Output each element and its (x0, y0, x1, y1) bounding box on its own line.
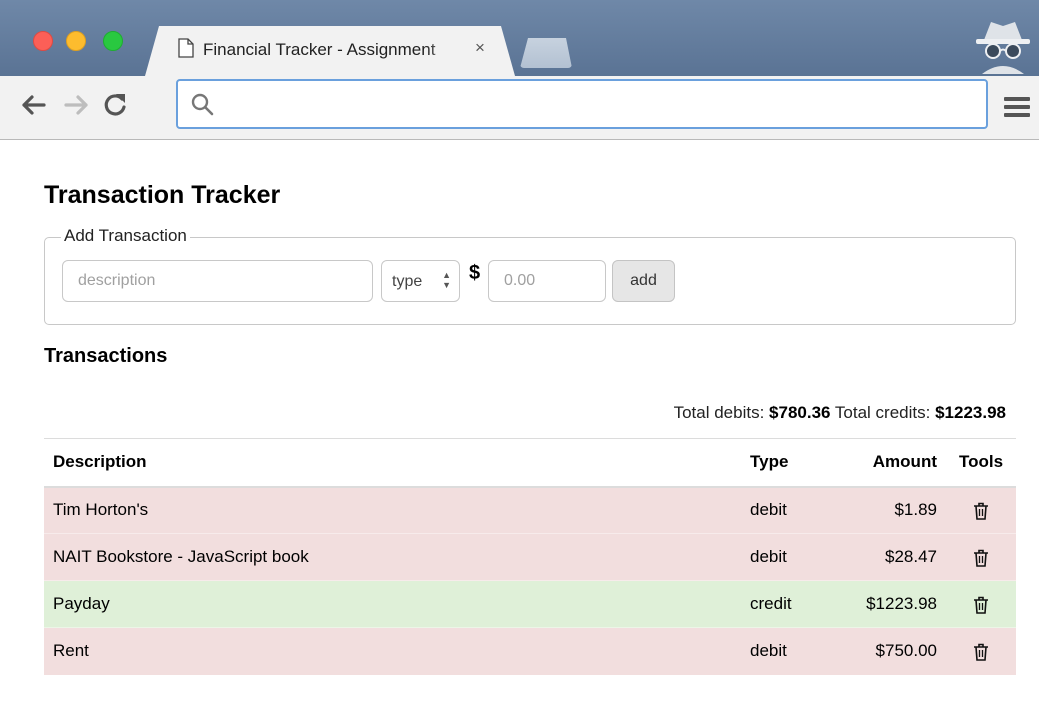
row-amount: $1.89 (836, 486, 946, 534)
address-input[interactable] (222, 89, 972, 119)
total-credits-label: Total credits: (834, 403, 931, 422)
incognito-icon (976, 22, 1030, 74)
description-input[interactable] (62, 260, 373, 302)
page-content: Transaction Tracker Add Transaction type… (0, 141, 1039, 715)
search-icon (191, 93, 214, 116)
type-select-value: type (392, 273, 423, 290)
tab-title: Financial Tracker - Assignment (203, 40, 436, 59)
new-tab-button[interactable] (520, 38, 572, 68)
browser-tab-active[interactable]: Financial Tracker - Assignment × (145, 26, 515, 76)
row-amount: $750.00 (836, 627, 946, 675)
address-bar[interactable] (176, 79, 988, 129)
maximize-window-button[interactable] (103, 31, 123, 51)
row-amount: $28.47 (836, 533, 946, 581)
table-row: Payday credit $1223.98 (44, 580, 1016, 628)
total-debits-label: Total debits: (673, 403, 765, 422)
row-amount: $1223.98 (836, 580, 946, 628)
minimize-window-button[interactable] (66, 31, 86, 51)
browser-title-bar: Financial Tracker - Assignment × (0, 0, 1039, 76)
header-description: Description (44, 438, 741, 488)
row-description: Rent (44, 627, 741, 675)
row-type: debit (741, 486, 836, 534)
add-button[interactable]: add (612, 260, 675, 302)
amount-input[interactable] (488, 260, 606, 302)
row-type: credit (741, 580, 836, 628)
header-type: Type (741, 438, 836, 488)
row-description: NAIT Bookstore - JavaScript book (44, 533, 741, 581)
arrow-left-icon[interactable] (18, 90, 48, 120)
header-amount: Amount (836, 438, 946, 488)
close-window-button[interactable] (33, 31, 53, 51)
totals-summary: Total debits: $780.36 Total credits: $12… (674, 403, 1006, 423)
row-type: debit (741, 627, 836, 675)
currency-symbol: $ (469, 262, 481, 284)
tab-close-icon[interactable]: × (475, 38, 485, 58)
add-transaction-legend: Add Transaction (61, 226, 190, 246)
trash-icon[interactable] (973, 502, 989, 520)
transactions-heading: Transactions (44, 345, 168, 367)
row-type: debit (741, 533, 836, 581)
total-credits-value: $1223.98 (935, 403, 1006, 422)
file-icon (178, 38, 194, 58)
trash-icon[interactable] (973, 596, 989, 614)
hamburger-menu-icon[interactable] (1002, 94, 1032, 120)
select-arrows-icon: ▲ ▼ (442, 270, 451, 290)
add-transaction-form: Add Transaction type ▲▼ $ add (44, 226, 1016, 325)
header-tools: Tools (946, 438, 1016, 488)
trash-icon[interactable] (973, 643, 989, 661)
type-select[interactable]: type ▲ ▼ (381, 260, 460, 302)
table-row: Tim Horton's debit $1.89 (44, 486, 1016, 534)
page-title: Transaction Tracker (44, 181, 281, 209)
total-debits-value: $780.36 (769, 403, 831, 422)
table-row: Rent debit $750.00 (44, 627, 1016, 675)
transactions-table: Description Type Amount Tools Tim Horton… (44, 438, 1016, 675)
row-description: Payday (44, 580, 741, 628)
arrow-right-icon[interactable] (62, 90, 92, 120)
table-header-row: Description Type Amount Tools (44, 438, 1016, 488)
row-description: Tim Horton's (44, 486, 741, 534)
trash-icon[interactable] (973, 549, 989, 567)
browser-toolbar (0, 76, 1039, 140)
reload-icon[interactable] (100, 90, 130, 120)
table-row: NAIT Bookstore - JavaScript book debit $… (44, 533, 1016, 581)
